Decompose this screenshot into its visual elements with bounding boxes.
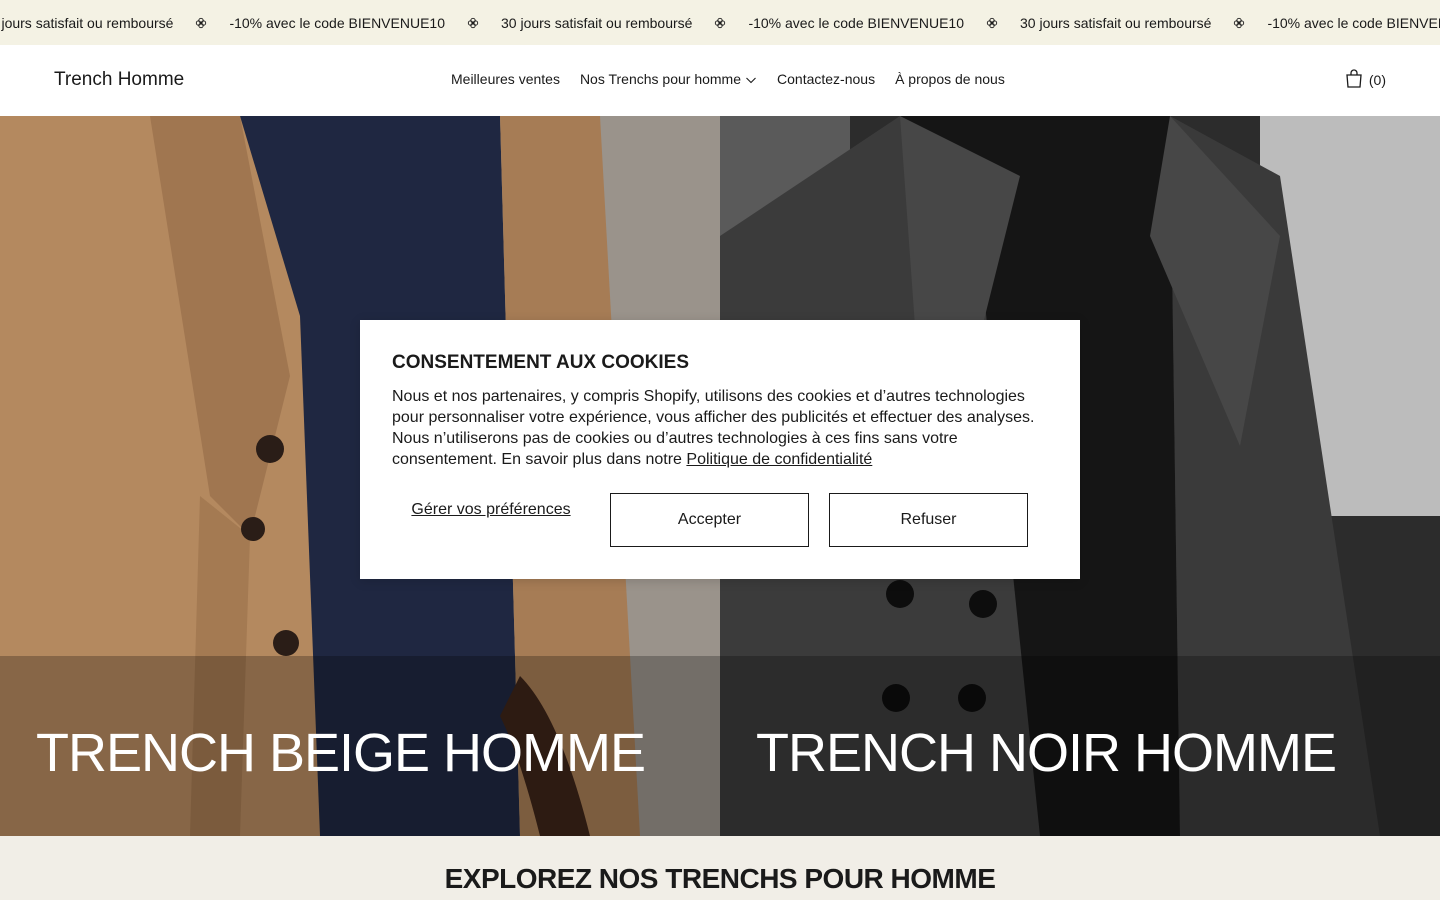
collection-title-beige[interactable]: TRENCH BEIGE HOMME xyxy=(36,722,646,784)
announcement-item: 30 jours satisfait ou remboursé xyxy=(1020,14,1212,31)
manage-preferences-button[interactable]: Gérer vos préférences xyxy=(392,500,590,519)
clover-icon xyxy=(714,17,726,29)
chevron-down-icon xyxy=(745,73,757,85)
cart-button[interactable]: (0) xyxy=(1345,69,1386,91)
site-logo[interactable]: Trench Homme xyxy=(54,69,184,91)
cart-count: (0) xyxy=(1368,72,1386,88)
clover-icon xyxy=(1233,17,1245,29)
announcement-item: 30 jours satisfait ou remboursé xyxy=(0,14,174,31)
nav-item-contact[interactable]: Contactez-nous xyxy=(777,71,875,87)
site-header: Trench Homme Meilleures ventes Nos Trenc… xyxy=(0,45,1440,116)
cookie-text: Nous et nos partenaires, y compris Shopi… xyxy=(392,386,1048,470)
announcement-bar: 30 jours satisfait ou remboursé -10% ave… xyxy=(0,0,1440,45)
nav-item-about[interactable]: À propos de nous xyxy=(895,71,1005,87)
clover-icon xyxy=(986,17,998,29)
clover-icon xyxy=(467,17,479,29)
announcement-item: -10% avec le code BIENVENUE10 xyxy=(229,14,445,31)
explore-title: EXPLOREZ NOS TRENCHS POUR HOMME xyxy=(444,863,996,894)
refuse-button[interactable]: Refuser xyxy=(829,493,1028,547)
announcement-item: -10% avec le code BIENVENUE10 xyxy=(748,14,964,31)
announcement-item: 30 jours satisfait ou remboursé xyxy=(501,14,693,31)
explore-section: EXPLOREZ NOS TRENCHS POUR HOMME xyxy=(0,836,1440,900)
accept-button[interactable]: Accepter xyxy=(610,493,809,547)
nav-item-best-sellers[interactable]: Meilleures ventes xyxy=(451,71,560,87)
nav-item-label: À propos de nous xyxy=(895,71,1005,87)
nav-item-label: Nos Trenchs pour homme xyxy=(579,71,742,87)
shopping-bag-icon xyxy=(1345,69,1363,91)
announcement-track: 30 jours satisfait ou remboursé -10% ave… xyxy=(0,0,1440,45)
cookie-actions: Gérer vos préférences Accepter Refuser xyxy=(392,493,1048,547)
clover-icon xyxy=(195,17,207,29)
nav-item-label: Contactez-nous xyxy=(777,71,876,87)
collection-title-black[interactable]: TRENCH NOIR HOMME xyxy=(756,722,1337,784)
nav-item-trenchs[interactable]: Nos Trenchs pour homme xyxy=(580,71,757,87)
main-nav: Meilleures ventes Nos Trenchs pour homme… xyxy=(451,71,1005,87)
announcement-item: -10% avec le code BIENVENUE10 xyxy=(1267,14,1440,31)
cookie-title: CONSENTEMENT AUX COOKIES xyxy=(392,352,689,373)
nav-item-label: Meilleures ventes xyxy=(451,71,560,87)
privacy-policy-link[interactable]: Politique de confidentialité xyxy=(686,451,872,468)
cookie-consent-dialog: CONSENTEMENT AUX COOKIES Nous et nos par… xyxy=(360,320,1080,579)
